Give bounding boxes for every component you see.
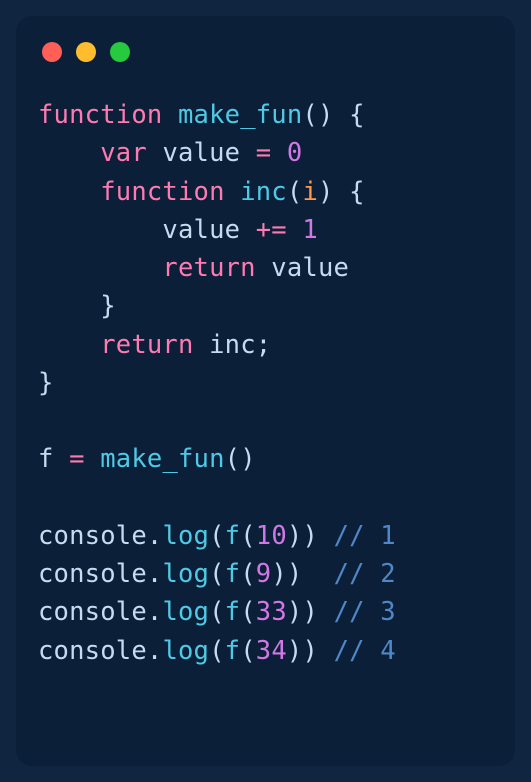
maximize-icon[interactable] (110, 42, 130, 62)
code-token: 34 (256, 636, 287, 666)
code-line: console.log(f(34)) // 4 (38, 636, 396, 666)
code-line: f = make_fun() (38, 444, 256, 474)
code-token: ( (240, 597, 256, 627)
code-token: log (162, 521, 209, 551)
code-token: )) (271, 559, 333, 589)
code-token: () (225, 444, 256, 474)
code-token: = (69, 444, 85, 474)
code-token: // 1 (334, 521, 396, 551)
code-line: function inc(i) { (38, 177, 365, 207)
code-token: return (100, 330, 193, 360)
code-line: console.log(f(9)) // 2 (38, 559, 396, 589)
code-token: 1 (302, 215, 318, 245)
code-token: ( (209, 597, 225, 627)
code-token: make_fun (178, 100, 302, 130)
code-window: function make_fun() { var value = 0 func… (16, 16, 515, 766)
code-line: return inc; (38, 330, 271, 360)
code-token: 9 (256, 559, 272, 589)
code-token: ( (287, 177, 303, 207)
code-token: console (38, 521, 147, 551)
code-line: return value (38, 253, 349, 283)
code-token: . (147, 597, 163, 627)
code-token: } (100, 291, 116, 321)
code-token: log (162, 636, 209, 666)
code-token: ( (240, 559, 256, 589)
code-token: 33 (256, 597, 287, 627)
code-line: console.log(f(10)) // 1 (38, 521, 396, 551)
code-token (38, 330, 100, 360)
code-token: inc (240, 177, 287, 207)
code-token: )) (287, 597, 334, 627)
minimize-icon[interactable] (76, 42, 96, 62)
code-line: } (38, 368, 54, 398)
code-token: function (100, 177, 224, 207)
code-line: } (38, 291, 116, 321)
code-line: function make_fun() { (38, 100, 365, 130)
code-token (38, 138, 100, 168)
code-token: f (225, 521, 241, 551)
code-token: log (162, 597, 209, 627)
code-token: ( (240, 521, 256, 551)
code-token: } (38, 368, 54, 398)
code-token (38, 253, 162, 283)
code-token: // 2 (334, 559, 396, 589)
code-token: console (38, 636, 147, 666)
code-line: value += 1 (38, 215, 318, 245)
code-token: )) (287, 636, 334, 666)
window-controls (42, 42, 493, 62)
code-token: inc (194, 330, 256, 360)
code-token: var (100, 138, 147, 168)
code-token (225, 177, 241, 207)
code-token: . (147, 559, 163, 589)
code-token (287, 215, 303, 245)
code-token: log (162, 559, 209, 589)
code-token: ( (240, 636, 256, 666)
code-token: f (225, 636, 241, 666)
code-token: += (256, 215, 287, 245)
code-token: . (147, 636, 163, 666)
code-line: console.log(f(33)) // 3 (38, 597, 396, 627)
code-token: f (225, 559, 241, 589)
code-token: value (147, 138, 256, 168)
code-token: ( (209, 636, 225, 666)
code-token (271, 138, 287, 168)
code-token: 0 (287, 138, 303, 168)
code-token (85, 444, 101, 474)
code-token: = (256, 138, 272, 168)
code-token: ( (209, 521, 225, 551)
code-token: f (225, 597, 241, 627)
code-token: value (256, 253, 349, 283)
code-token: i (302, 177, 318, 207)
code-token: )) (287, 521, 334, 551)
close-icon[interactable] (42, 42, 62, 62)
code-token (162, 100, 178, 130)
code-token: f (38, 444, 69, 474)
code-block: function make_fun() { var value = 0 func… (38, 96, 493, 670)
code-line: var value = 0 (38, 138, 302, 168)
code-token: function (38, 100, 162, 130)
code-token: 10 (256, 521, 287, 551)
code-token: ) { (318, 177, 365, 207)
code-token: ( (209, 559, 225, 589)
code-token: return (162, 253, 255, 283)
code-token: // 4 (334, 636, 396, 666)
code-token: console (38, 559, 147, 589)
code-token: value (38, 215, 256, 245)
code-token: // 3 (334, 597, 396, 627)
code-token: () { (302, 100, 364, 130)
code-token (38, 291, 100, 321)
code-token: . (147, 521, 163, 551)
code-token: ; (256, 330, 272, 360)
code-token (38, 177, 100, 207)
code-token: console (38, 597, 147, 627)
code-token: make_fun (100, 444, 224, 474)
